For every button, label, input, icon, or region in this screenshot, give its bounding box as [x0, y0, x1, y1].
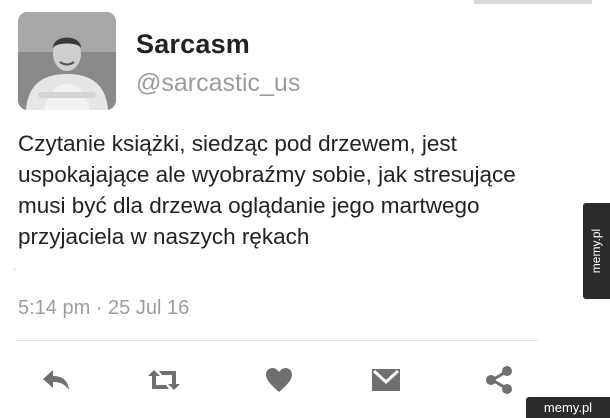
timestamp[interactable]: 5:14 pm · 25 Jul 16	[18, 297, 189, 320]
tweet-line: Czytanie książki, siedząc pod drzewem, j…	[18, 131, 457, 156]
avatar[interactable]	[18, 12, 116, 110]
heart-icon	[266, 368, 292, 392]
envelope-icon	[372, 369, 400, 391]
watermark-side: memy.pl	[583, 203, 610, 299]
reply-icon	[43, 370, 69, 390]
tweet-text: Czytanie książki, siedząc pod drzewem, j…	[18, 128, 578, 252]
tweet-screenshot: Sarcasm @sarcastic_us Czytanie książki, …	[0, 0, 610, 418]
top-bar-remnant	[474, 0, 592, 4]
like-button[interactable]	[259, 362, 299, 398]
share-icon	[486, 366, 512, 394]
direct-message-button[interactable]	[366, 362, 406, 398]
action-bar	[0, 362, 560, 398]
profile-photo-icon	[18, 12, 116, 110]
decorative-dot	[13, 268, 16, 271]
reply-button[interactable]	[36, 362, 76, 398]
tweet-line: uspokajające ale wyobraźmy sobie, jak st…	[18, 162, 516, 187]
divider	[16, 340, 538, 341]
handle[interactable]: @sarcastic_us	[136, 69, 300, 98]
watermark-side-label: memy.pl	[589, 228, 604, 274]
display-name[interactable]: Sarcasm	[136, 29, 250, 60]
retweet-button[interactable]	[144, 362, 184, 398]
tweet-line: musi być dla drzewa oglądanie jego martw…	[18, 193, 480, 218]
tweet-line: przyjaciela w naszych rękach	[18, 224, 310, 249]
retweet-icon	[148, 370, 180, 390]
share-button[interactable]	[479, 362, 519, 398]
watermark-corner: memy.pl	[526, 397, 610, 418]
